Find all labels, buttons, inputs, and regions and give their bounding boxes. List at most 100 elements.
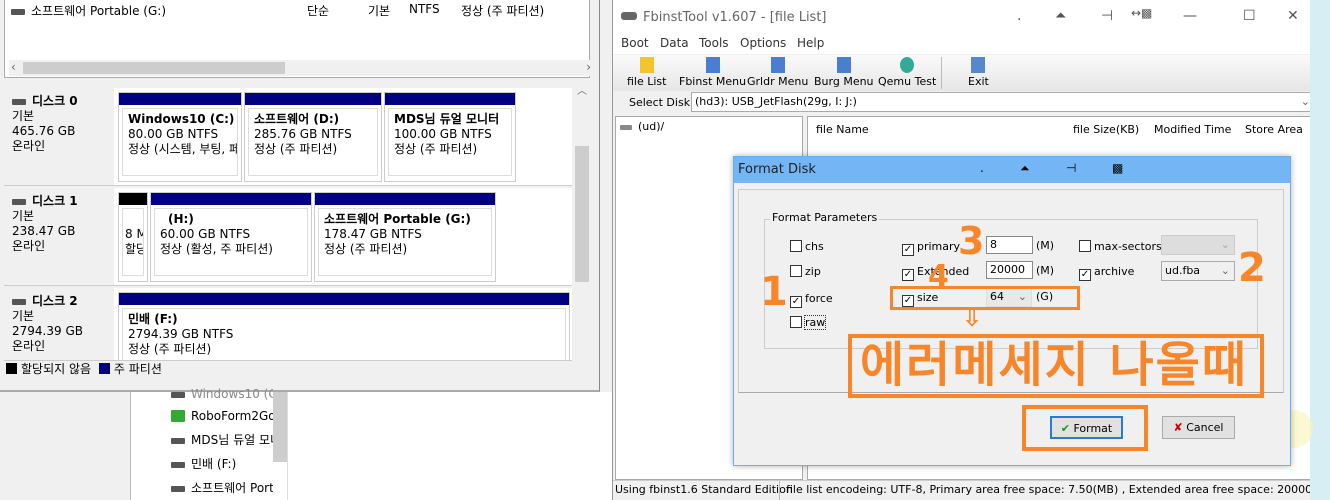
archive-checkbox[interactable]: ✓ archive xyxy=(1079,265,1134,281)
column-store-area[interactable]: Store Area xyxy=(1245,123,1303,136)
document-icon xyxy=(770,57,785,73)
disk-label: 디스크 1 xyxy=(32,194,78,208)
scroll-thumb[interactable] xyxy=(575,146,589,282)
raw-checkbox[interactable]: raw xyxy=(790,315,827,330)
disk-info[interactable]: 디스크 1 기본 238.47 GB 온라인 xyxy=(4,188,114,285)
disk-state: 온라인 xyxy=(12,139,46,153)
dot-icon[interactable]: . xyxy=(1017,8,1021,24)
partition-size: 285.76 GB NTFS xyxy=(254,127,352,141)
top-most-icon[interactable]: ⏶ xyxy=(1055,8,1066,24)
menu-boot[interactable]: Boot xyxy=(621,36,649,50)
disk-2-row: 디스크 2 기본 2794.39 GB 온라인 민배 (F:) 2794.39 G… xyxy=(4,288,572,361)
status-bar: Using fbinst1.6 Standard Edition file li… xyxy=(613,480,1330,500)
resize-icon[interactable]: ↔▩ xyxy=(1131,6,1152,20)
exit-button[interactable]: Exit xyxy=(968,57,989,88)
partition[interactable]: (H:) 60.00 GB NTFS 정상 (활성, 주 파티션) xyxy=(150,192,312,282)
format-disk-dialog: Format Disk . ⏶ ⊣ ▩ Format Parameters ch… xyxy=(733,156,1291,466)
legend: 할당되지 않음 주 파티션 xyxy=(6,362,590,378)
horizontal-scrollbar[interactable]: ‹ › xyxy=(9,60,595,76)
vertical-scrollbar[interactable]: ︿ xyxy=(574,82,590,360)
max-sectors-dropdown[interactable]: ⌄ xyxy=(1161,235,1235,255)
scroll-right-icon[interactable]: › xyxy=(586,60,591,74)
drive-icon xyxy=(171,392,185,398)
menu-data[interactable]: Data xyxy=(660,36,689,50)
pin-icon[interactable]: ⊣ xyxy=(1066,161,1076,175)
disk-icon xyxy=(12,299,26,305)
grldr-menu-button[interactable]: Grldr Menu xyxy=(747,57,808,88)
disk-label: 디스크 2 xyxy=(32,294,78,308)
partition-size: 60.00 GB NTFS xyxy=(160,227,251,241)
window-title: FbinstTool v1.607 - [file List] xyxy=(643,10,827,25)
unallocated-partition[interactable]: 8 MB할당 xyxy=(118,192,148,282)
partition[interactable]: 민배 (F:) 2794.39 GB NTFS 정상 (주 파티션) xyxy=(118,292,570,360)
volume-fs: NTFS xyxy=(409,2,440,16)
disk-size: 2794.39 GB xyxy=(12,324,83,338)
file-list-button[interactable]: file List xyxy=(627,57,666,88)
force-checkbox[interactable]: ✓ force xyxy=(790,292,833,308)
chs-checkbox[interactable]: chs xyxy=(790,240,824,253)
tree-item[interactable]: 민배 (F:) xyxy=(171,454,273,474)
column-file-size[interactable]: file Size(KB) xyxy=(1073,123,1139,136)
disk-info[interactable]: 디스크 2 기본 2794.39 GB 온라인 xyxy=(4,288,114,360)
partition[interactable]: 소프트웨어 (D:) 285.76 GB NTFS 정상 (주 파티션) xyxy=(244,92,382,182)
annotation-format-box xyxy=(1022,405,1148,451)
zip-checkbox[interactable]: zip xyxy=(790,265,821,278)
partition[interactable]: 소프트웨어 Portable (G:) 178.47 GB NTFS 정상 (주 파… xyxy=(314,192,496,282)
partition-status: 정상 (주 파티션) xyxy=(324,242,408,256)
close-icon[interactable]: ✕ xyxy=(1287,8,1299,24)
tree-item[interactable]: MDS님 듀얼 모니터 xyxy=(171,430,273,450)
disk-type: 기본 xyxy=(12,309,35,323)
tree-item[interactable]: RoboForm2Go xyxy=(171,406,273,426)
disk-management-window: 소프트웨어 Portable (G:) 단순 기본 NTFS 정상 (주 파티션… xyxy=(0,0,600,392)
partition[interactable]: Windows10 (C:) 80.00 GB NTFS 정상 (시스템, 부팅, … xyxy=(118,92,242,182)
tree-item[interactable]: 소프트웨어 Portable (G:) xyxy=(171,478,273,498)
partition-size: 100.00 GB NTFS xyxy=(394,127,492,141)
cancel-button[interactable]: ✘ Cancel xyxy=(1162,416,1235,439)
disk-info[interactable]: 디스크 0 기본 465.76 GB 온라인 xyxy=(4,88,114,185)
select-disk-row: Select Disk (hd3): USB_JetFlash(29g, I: … xyxy=(613,92,1315,114)
volume-row[interactable]: 소프트웨어 Portable (G:) 단순 기본 NTFS 정상 (주 파티션… xyxy=(11,2,591,18)
primary-unit: (M) xyxy=(1036,239,1055,252)
menu-options[interactable]: Options xyxy=(740,36,786,50)
document-icon xyxy=(836,57,851,73)
partition[interactable]: MDS님 듀얼 모니터 100.00 GB NTFS 정상 (주 파티션) xyxy=(384,92,516,182)
pin-icon[interactable]: ⊣ xyxy=(1101,8,1113,24)
annotation-size-box xyxy=(890,286,1080,310)
minimize-icon[interactable]: — xyxy=(1183,8,1197,24)
resize-icon[interactable]: ▩ xyxy=(1112,161,1123,175)
archive-dropdown[interactable]: ud.fba ⌄ xyxy=(1161,261,1235,281)
disk-size: 238.47 GB xyxy=(12,224,76,238)
select-disk-dropdown[interactable]: (hd3): USB_JetFlash(29g, I: J:) ⌄ xyxy=(691,92,1315,112)
fbinst-menu-button[interactable]: Fbinst Menu xyxy=(679,57,746,88)
dot-icon[interactable]: . xyxy=(980,161,984,175)
max-sectors-checkbox[interactable]: max-sectors xyxy=(1079,240,1162,253)
column-file-name[interactable]: file Name xyxy=(816,123,869,136)
desktop-edge xyxy=(1310,0,1330,500)
primary-size-input[interactable]: 8 xyxy=(986,236,1033,254)
partition-size: 8 MB xyxy=(125,227,143,241)
chevron-down-icon: ⌄ xyxy=(1300,95,1310,108)
column-modified-time[interactable]: Modified Time xyxy=(1154,123,1231,136)
drive-icon xyxy=(171,486,185,492)
annotation-2: 2 xyxy=(1238,245,1266,291)
primary-checkbox[interactable]: ✓ primary xyxy=(902,240,960,256)
maximize-icon[interactable]: ☐ xyxy=(1243,8,1256,24)
tree-root[interactable]: (ud)/ xyxy=(620,120,664,133)
scroll-left-icon[interactable]: ‹ xyxy=(11,60,16,74)
partition-name: MDS님 듀얼 모니터 xyxy=(394,112,500,126)
qemu-test-button[interactable]: Qemu Test xyxy=(878,57,936,88)
annotation-1: 1 xyxy=(760,269,788,315)
tree-scrollbar[interactable] xyxy=(273,392,287,462)
burg-menu-button[interactable]: Burg Menu xyxy=(814,57,874,88)
menu-bar: Boot Data Tools Options Help xyxy=(613,34,1313,54)
menu-help[interactable]: Help xyxy=(797,36,824,50)
annotation-3: 3 xyxy=(958,219,985,263)
roboform-icon xyxy=(171,410,185,422)
menu-tools[interactable]: Tools xyxy=(699,36,729,50)
top-most-icon[interactable]: ⏶ xyxy=(1020,161,1030,176)
tree-item[interactable]: Windows10 (C:) xyxy=(171,384,273,404)
scroll-thumb[interactable] xyxy=(23,62,285,74)
extended-size-input[interactable]: 20000 xyxy=(986,261,1033,279)
scroll-up-icon[interactable]: ︿ xyxy=(577,82,587,97)
arrow-down-icon: ⇩ xyxy=(962,304,983,332)
